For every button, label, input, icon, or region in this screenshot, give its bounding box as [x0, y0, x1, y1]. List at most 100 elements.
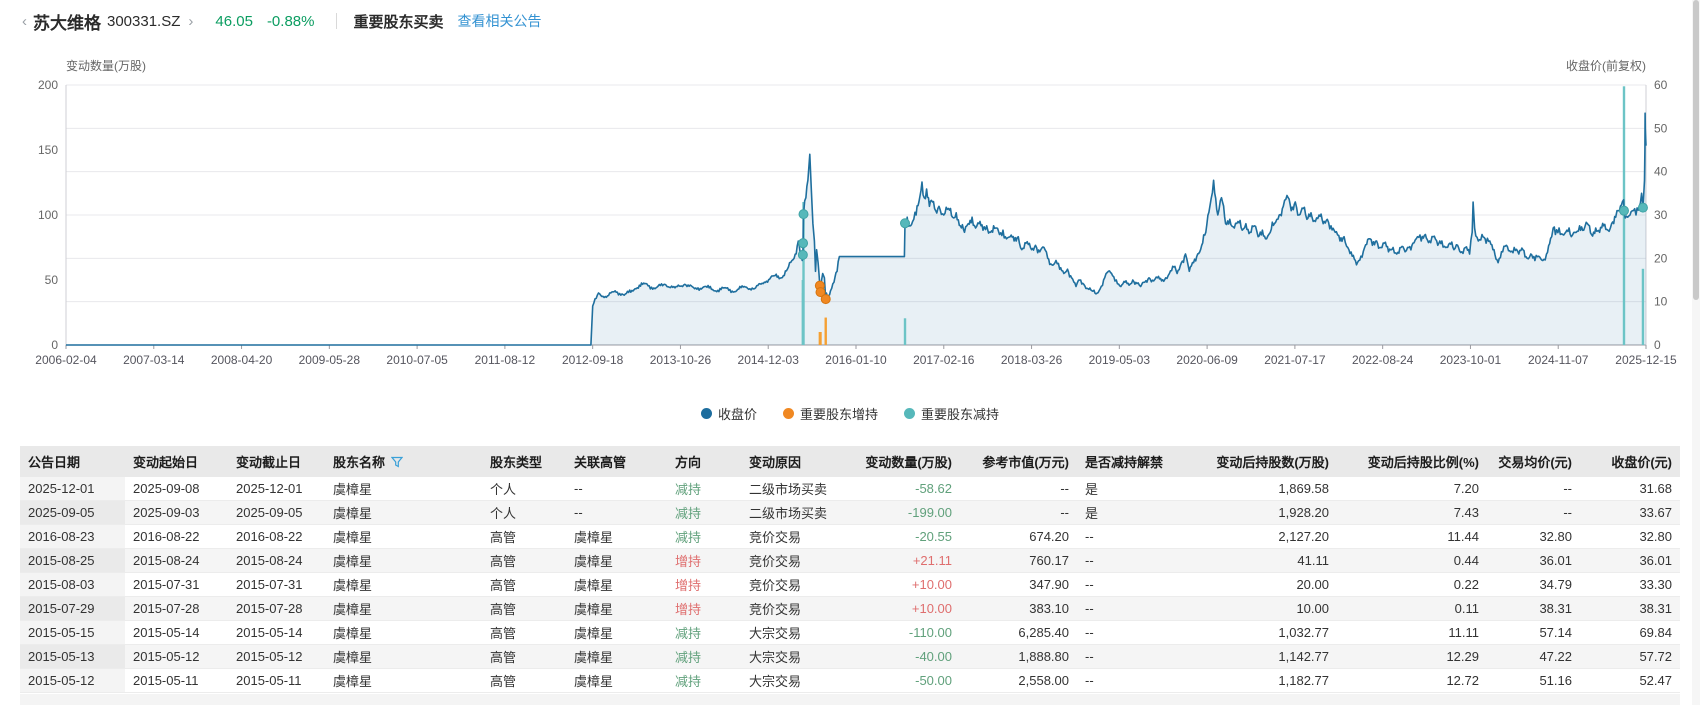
x-axis-tick: 2008-04-20: [211, 353, 273, 367]
decrease-volume-bar[interactable]: [1642, 269, 1644, 345]
table-row[interactable]: 2016-08-232016-08-222016-08-22虞樟星高管虞樟星减持…: [20, 525, 1680, 549]
table-cell: 2025-09-05: [20, 501, 125, 525]
x-axis-tick: 2025-12-15: [1615, 353, 1677, 367]
table-cell: --: [566, 501, 667, 525]
decrease-event-marker[interactable]: [1638, 203, 1647, 212]
table-cell: 2015-07-31: [125, 573, 228, 597]
table-cell: --: [1077, 621, 1197, 645]
table-cell: 虞樟星: [325, 645, 482, 669]
right-axis-tick: 10: [1654, 295, 1668, 309]
table-cell: 33.30: [1580, 573, 1680, 597]
view-announcements-link[interactable]: 查看相关公告: [457, 11, 541, 31]
left-axis-tick: 150: [38, 143, 58, 157]
x-axis-tick: 2012-09-18: [562, 353, 624, 367]
left-axis-tick: 0: [51, 338, 58, 352]
col-header-11: 变动后持股数(万股): [1197, 446, 1337, 477]
table-cell: 41.11: [1197, 549, 1337, 573]
table-cell: 32.80: [1580, 525, 1680, 549]
decrease-volume-bar[interactable]: [904, 318, 906, 345]
table-cell: 虞樟星: [325, 525, 482, 549]
table-row[interactable]: 2025-12-012025-09-082025-12-01虞樟星个人--减持二…: [20, 477, 1680, 501]
table-row[interactable]: 2015-07-292015-07-282015-07-28虞樟星高管虞樟星增持…: [20, 597, 1680, 621]
table-header-row: 公告日期变动起始日变动截止日股东名称股东类型关联高管方向变动原因变动数量(万股)…: [20, 446, 1680, 477]
table-cell: 减持: [667, 645, 741, 669]
scrollbar-thumb[interactable]: [1693, 0, 1699, 300]
decrease-event-marker[interactable]: [799, 239, 808, 248]
table-row[interactable]: 2015-05-152015-05-142015-05-14虞樟星高管虞樟星减持…: [20, 621, 1680, 645]
table-cell: 减持: [667, 501, 741, 525]
table-cell: 高管: [482, 549, 566, 573]
table-cell: 虞樟星: [566, 621, 667, 645]
col-header-label: 方向: [675, 455, 701, 470]
x-axis-tick: 2014-12-03: [738, 353, 800, 367]
col-header-13: 交易均价(元): [1487, 446, 1580, 477]
table-cell: 0.22: [1337, 573, 1487, 597]
table-row[interactable]: 2015-08-032015-07-312015-07-31虞樟星高管虞樟星增持…: [20, 573, 1680, 597]
table-cell: 2015-05-12: [20, 669, 125, 693]
stock-code: 300331.SZ: [107, 13, 180, 30]
table-cell: 12.72: [1337, 669, 1487, 693]
x-axis-tick: 2018-03-26: [1001, 353, 1063, 367]
table-cell: 减持: [667, 525, 741, 549]
table-cell: 20.00: [1197, 573, 1337, 597]
col-header-8: 变动数量(万股): [852, 446, 960, 477]
table-cell: 虞樟星: [566, 525, 667, 549]
divider: [336, 13, 337, 29]
legend-item-close-price[interactable]: 收盘价: [701, 404, 757, 423]
right-axis-tick: 0: [1654, 338, 1661, 352]
table-cell: 2015-05-11: [228, 669, 325, 693]
col-header-4: 股东类型: [482, 446, 566, 477]
col-header-label: 变动后持股数(万股): [1216, 455, 1329, 470]
table-cell: 11.11: [1337, 621, 1487, 645]
legend-dot-increase: [783, 408, 794, 419]
right-axis-tick: 50: [1654, 121, 1668, 135]
decrease-event-marker[interactable]: [1620, 206, 1629, 215]
legend-label: 收盘价: [718, 404, 757, 423]
col-header-label: 股东类型: [490, 455, 542, 470]
decrease-event-marker[interactable]: [798, 250, 807, 259]
col-header-2: 变动截止日: [228, 446, 325, 477]
decrease-event-marker[interactable]: [901, 219, 910, 228]
table-cell: -58.62: [852, 477, 960, 501]
col-header-5: 关联高管: [566, 446, 667, 477]
table-cell: --: [566, 477, 667, 501]
left-axis-title: 变动数量(万股): [66, 58, 146, 73]
x-axis-tick: 2011-08-12: [475, 353, 536, 367]
table-row[interactable]: 2015-05-122015-05-112015-05-11虞樟星高管虞樟星减持…: [20, 669, 1680, 693]
table-cell: 1,928.20: [1197, 501, 1337, 525]
decrease-event-marker[interactable]: [799, 210, 808, 219]
page-scrollbar[interactable]: [1692, 0, 1700, 705]
table-cell: 36.01: [1580, 549, 1680, 573]
table-cell: 69.84: [1580, 621, 1680, 645]
forward-chevron-icon[interactable]: ›: [184, 13, 197, 30]
table-cell: 0.44: [1337, 549, 1487, 573]
increase-event-marker[interactable]: [821, 295, 830, 304]
table-cell: 33.67: [1580, 501, 1680, 525]
table-row[interactable]: 2025-09-052025-09-032025-09-05虞樟星个人--减持二…: [20, 501, 1680, 525]
filter-icon[interactable]: [391, 456, 403, 468]
legend-item-decrease[interactable]: 重要股东减持: [904, 404, 999, 423]
table-cell: 虞樟星: [566, 597, 667, 621]
back-chevron-icon[interactable]: ‹: [18, 13, 31, 30]
x-axis-tick: 2006-02-04: [35, 353, 97, 367]
table-cell: --: [960, 501, 1077, 525]
table-cell: --: [960, 477, 1077, 501]
col-header-label: 参考市值(万元): [982, 455, 1069, 470]
table-cell: 2025-09-03: [125, 501, 228, 525]
col-header-6: 方向: [667, 446, 741, 477]
table-cell: +10.00: [852, 597, 960, 621]
table-cell: 34.79: [1487, 573, 1580, 597]
table-cell: 38.31: [1487, 597, 1580, 621]
legend-item-increase[interactable]: 重要股东增持: [783, 404, 878, 423]
x-axis-tick: 2009-05-28: [299, 353, 361, 367]
table-cell: 减持: [667, 621, 741, 645]
legend-dot-decrease: [904, 408, 915, 419]
increase-volume-bar[interactable]: [819, 332, 821, 345]
table-cell: 47.22: [1487, 645, 1580, 669]
table-cell: 2015-05-15: [20, 621, 125, 645]
table-cell: 虞樟星: [566, 573, 667, 597]
increase-volume-bar[interactable]: [825, 318, 827, 345]
table-row[interactable]: 2015-05-132015-05-122015-05-12虞樟星高管虞樟星减持…: [20, 645, 1680, 669]
table-row[interactable]: 2015-08-252015-08-242015-08-24虞樟星高管虞樟星增持…: [20, 549, 1680, 573]
col-header-1: 变动起始日: [125, 446, 228, 477]
